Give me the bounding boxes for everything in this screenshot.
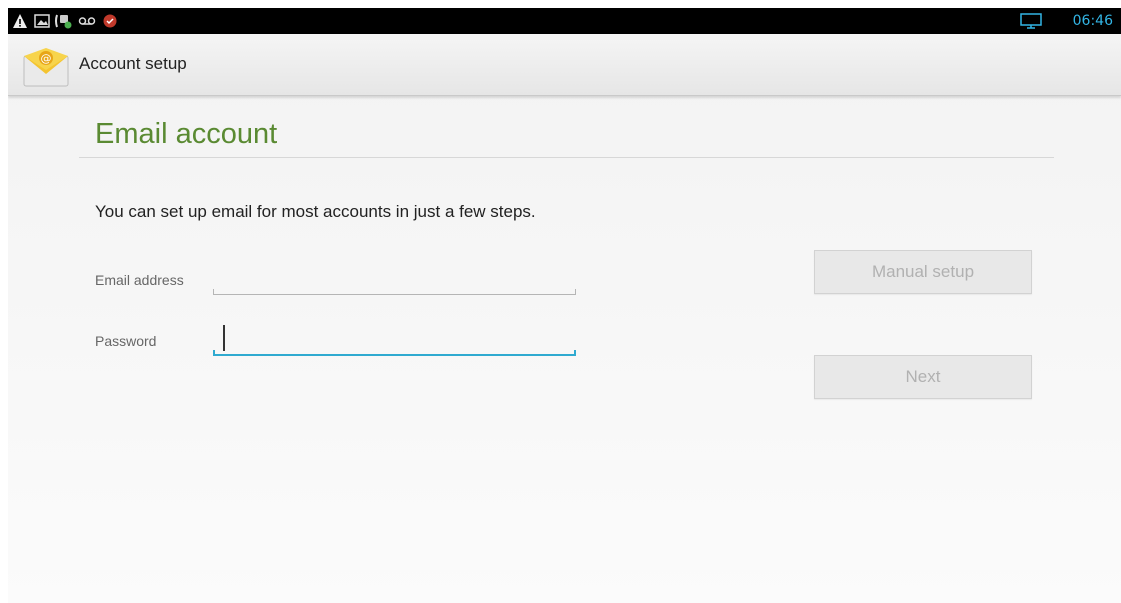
app-notification-icon [102,12,118,30]
manual-setup-button[interactable]: Manual setup [814,250,1032,294]
screen: 06:46 @ Account setup Email account You … [8,8,1121,603]
email-field-underline [213,289,576,295]
screen-share-icon [1020,12,1042,30]
instructions-text: You can set up email for most accounts i… [95,202,536,221]
action-bar-title: Account setup [79,54,187,73]
password-label: Password [95,333,157,349]
title-divider [79,157,1054,158]
svg-text:@: @ [41,52,52,65]
call-icon [54,12,74,30]
action-bar: @ Account setup [8,34,1121,96]
next-button[interactable]: Next [814,355,1032,399]
status-bar: 06:46 [8,8,1121,34]
password-field-underline [213,350,576,356]
warning-icon [12,12,28,30]
page-title: Email account [95,118,278,150]
text-cursor [223,325,225,351]
email-label: Email address [95,272,184,288]
image-icon [34,12,50,30]
voicemail-icon [78,12,96,30]
status-time: 06:46 [1072,13,1113,29]
email-app-icon[interactable]: @ [22,44,70,88]
